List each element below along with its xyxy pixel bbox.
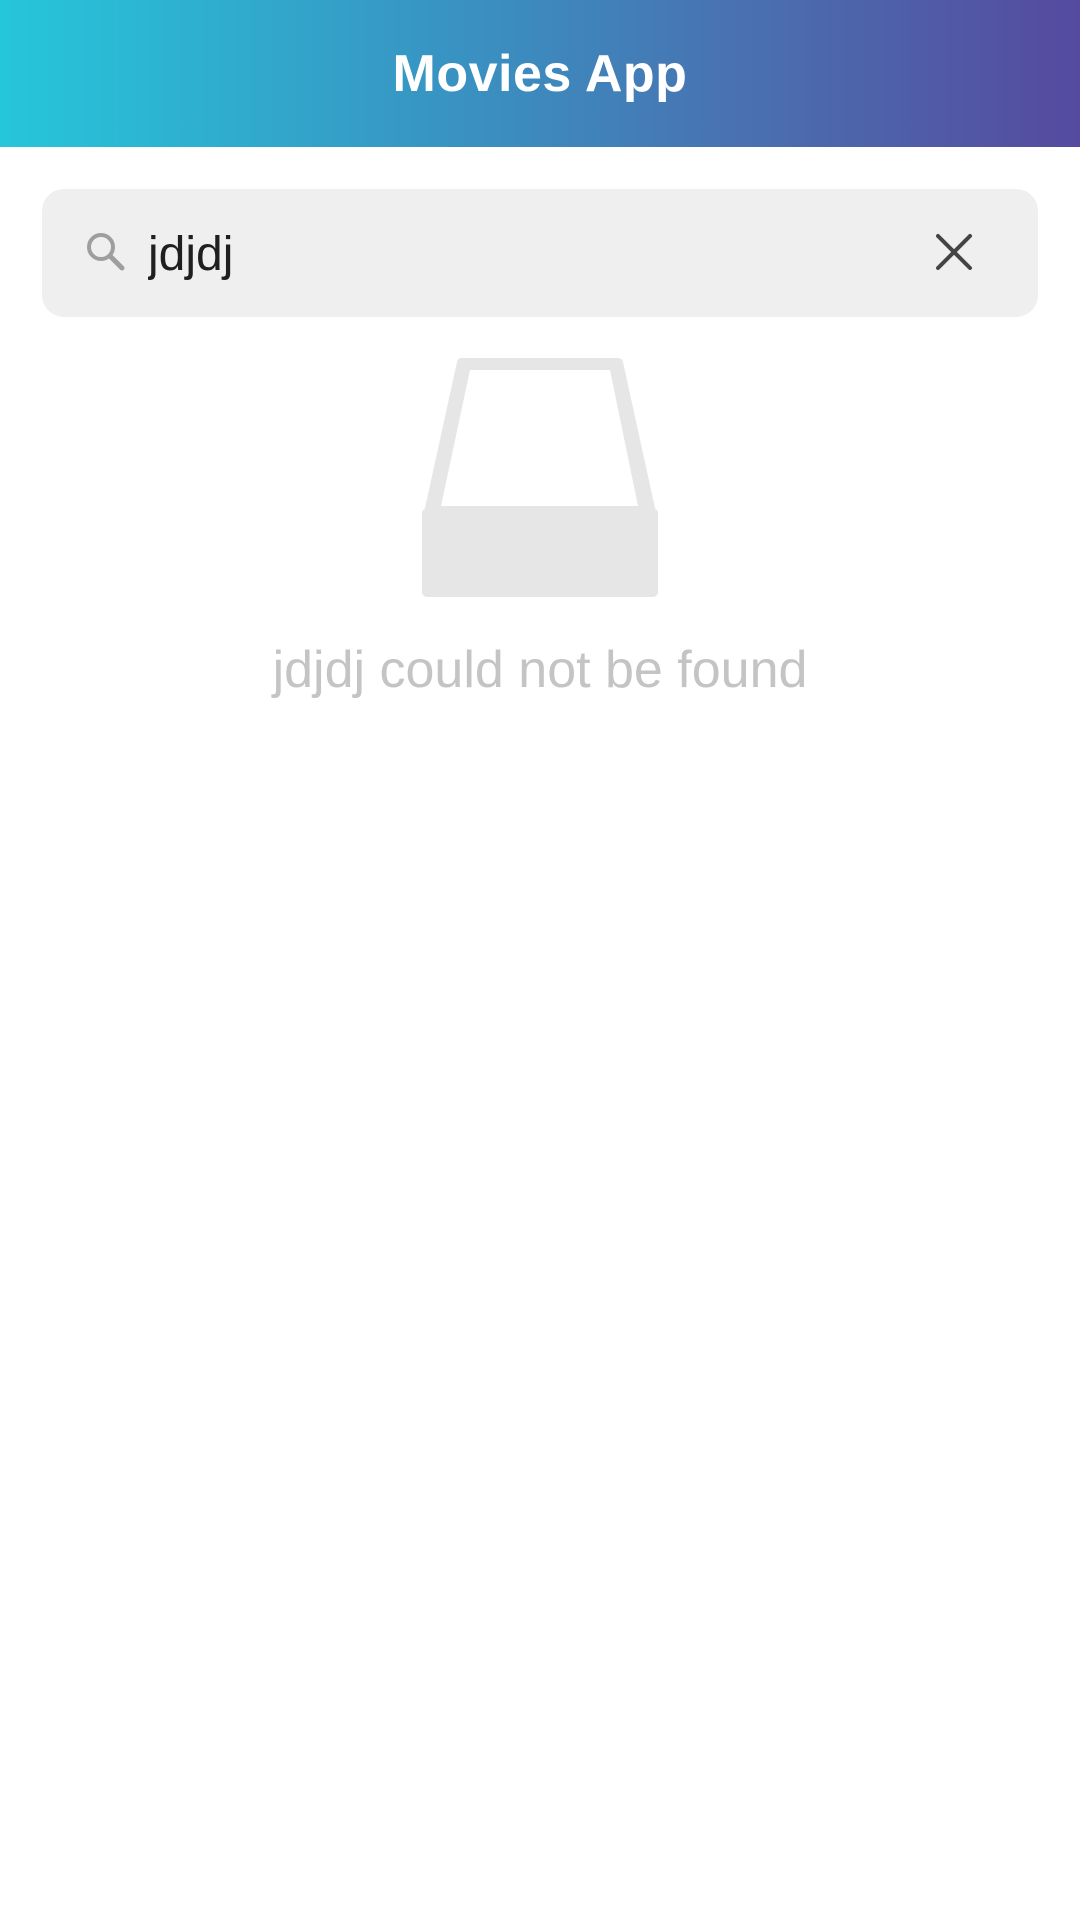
clear-search-button[interactable] (916, 222, 992, 286)
empty-state-message: jdjdj could not be found (272, 641, 808, 699)
close-icon (934, 232, 974, 277)
app-title: Movies App (392, 44, 688, 103)
app-header: Movies App (0, 0, 1080, 147)
search-icon (84, 230, 128, 274)
empty-inbox-icon (420, 358, 660, 598)
search-input[interactable] (148, 214, 888, 294)
app-screen: Movies App jdjdj could not be found (0, 0, 1080, 1920)
